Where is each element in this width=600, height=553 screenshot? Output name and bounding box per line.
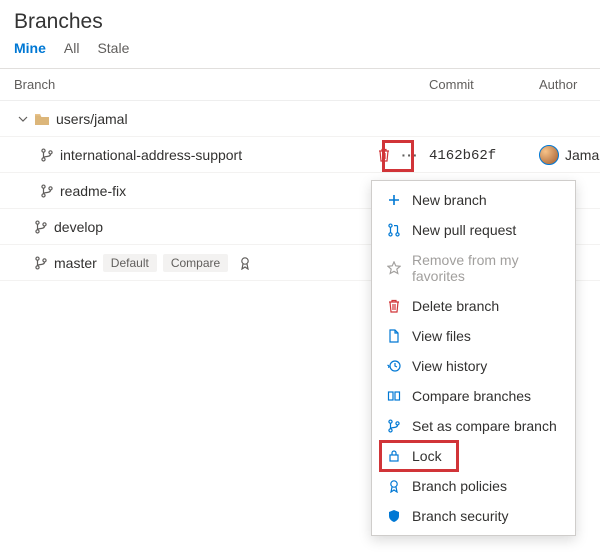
folder-row[interactable]: users/jamal [0, 101, 600, 137]
menu-label: View history [412, 358, 487, 374]
menu-label: Branch policies [412, 478, 507, 494]
menu-delete-branch[interactable]: Delete branch [372, 291, 575, 321]
tabs: Mine All Stale [0, 40, 600, 69]
trash-icon [386, 298, 402, 314]
more-options-button[interactable]: ··· [397, 143, 423, 167]
menu-label: Compare branches [412, 388, 531, 404]
branch-name: readme-fix [60, 183, 126, 199]
menu-lock[interactable]: Lock [372, 441, 575, 471]
lock-icon [386, 448, 402, 464]
menu-branch-security[interactable]: Branch security [372, 501, 575, 531]
default-badge: Default [103, 254, 157, 272]
menu-compare-branches[interactable]: Compare branches [372, 381, 575, 411]
menu-label: View files [412, 328, 471, 344]
col-header-author: Author [539, 77, 586, 92]
branch-icon [40, 184, 54, 198]
menu-remove-favorite: Remove from my favorites [372, 245, 575, 291]
file-icon [386, 328, 402, 344]
compare-badge: Compare [163, 254, 228, 272]
star-outline-icon [386, 260, 402, 276]
column-headers: Branch Commit Author [0, 69, 600, 101]
menu-label: Branch security [412, 508, 508, 524]
branch-row[interactable]: international-address-support ··· 4162b6… [0, 137, 600, 173]
folder-icon [34, 112, 50, 126]
branch-icon [40, 148, 54, 162]
menu-view-history[interactable]: View history [372, 351, 575, 381]
tab-all[interactable]: All [64, 40, 80, 60]
menu-label: Remove from my favorites [412, 252, 561, 284]
plus-icon [386, 192, 402, 208]
branch-icon [34, 220, 48, 234]
menu-new-pr[interactable]: New pull request [372, 215, 575, 245]
col-header-branch: Branch [14, 77, 354, 92]
avatar[interactable] [539, 145, 559, 165]
branch-icon [34, 256, 48, 270]
context-menu: New branch New pull request Remove from … [371, 180, 576, 536]
compare-icon [386, 388, 402, 404]
menu-new-branch[interactable]: New branch [372, 185, 575, 215]
menu-set-compare[interactable]: Set as compare branch [372, 411, 575, 441]
menu-label: Delete branch [412, 298, 499, 314]
rosette-icon [238, 256, 252, 270]
col-header-commit: Commit [429, 77, 539, 92]
branch-name: master [54, 255, 97, 271]
tab-mine[interactable]: Mine [14, 40, 46, 60]
menu-branch-policies[interactable]: Branch policies [372, 471, 575, 501]
pull-request-icon [386, 222, 402, 238]
branch-name: international-address-support [60, 147, 242, 163]
shield-icon [386, 508, 402, 524]
commit-hash[interactable]: 4162b62f [429, 148, 496, 164]
branch-icon [386, 418, 402, 434]
folder-name: users/jamal [56, 111, 128, 127]
menu-label: New pull request [412, 222, 516, 238]
menu-label: Set as compare branch [412, 418, 557, 434]
branch-name: develop [54, 219, 103, 235]
tab-stale[interactable]: Stale [97, 40, 129, 60]
page-title: Branches [0, 0, 600, 40]
history-icon [386, 358, 402, 374]
chevron-down-icon[interactable] [18, 114, 28, 124]
menu-label: New branch [412, 192, 487, 208]
delete-icon[interactable] [377, 148, 391, 162]
menu-view-files[interactable]: View files [372, 321, 575, 351]
menu-label: Lock [412, 448, 442, 464]
rosette-icon [386, 478, 402, 494]
author-name: Jamal [565, 147, 600, 163]
